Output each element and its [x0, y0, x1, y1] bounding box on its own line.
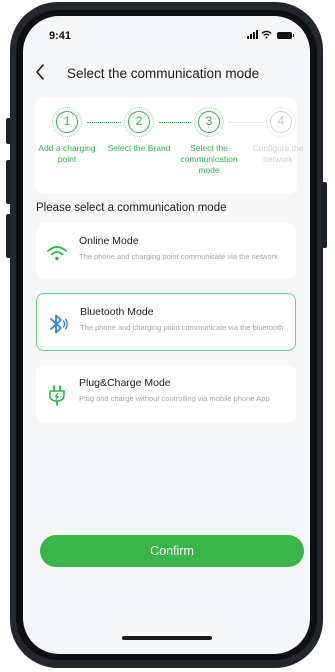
wifi-status-icon [261, 30, 272, 39]
signal-icon [247, 30, 258, 39]
power-button [322, 182, 327, 248]
battery-icon [277, 32, 294, 39]
option-title: Online Mode [79, 235, 139, 247]
step-2-label: Select the Brand [107, 143, 171, 153]
home-indicator[interactable] [122, 636, 212, 640]
step-1-label: Add a charging point [38, 143, 96, 164]
progress-stepper: 1 2 3 4 Add a charging point Select the … [35, 98, 304, 194]
chevron-left-icon [35, 64, 44, 80]
option-online-mode[interactable]: Online Mode The phone and charging point… [36, 223, 296, 279]
option-description: The phone and charging point communicate… [80, 323, 284, 332]
step-connector [159, 122, 191, 123]
volume-down-button [6, 214, 11, 258]
page-title: Select the communication mode [67, 66, 260, 81]
step-3-label: Select the communication mode [180, 143, 238, 175]
plug-icon [49, 385, 65, 406]
step-2-indicator: 2 [124, 107, 154, 137]
volume-up-button [6, 160, 11, 204]
option-title: Plug&Charge Mode [79, 377, 171, 389]
step-4-label: Configure the network [252, 143, 304, 164]
status-time: 9:41 [49, 30, 72, 42]
mute-switch [6, 118, 11, 144]
option-bluetooth-mode[interactable]: Bluetooth Mode The phone and charging po… [36, 293, 296, 351]
status-icons [247, 30, 294, 39]
option-plug-and-charge-mode[interactable]: Plug&Charge Mode Plug and charge without… [36, 365, 296, 423]
option-description: Plug and charge without controlling via … [79, 394, 270, 403]
back-button[interactable] [35, 64, 51, 84]
confirm-button[interactable]: Confirm [40, 535, 304, 567]
step-1-indicator: 1 [52, 107, 82, 137]
section-title: Please select a communication mode [36, 202, 227, 214]
option-description: The phone and charging point communicate… [79, 252, 278, 261]
app-screen: 9:41 Select the communication mode 1 2 3… [23, 16, 310, 654]
step-4-indicator: 4 [266, 107, 296, 137]
step-connector [87, 122, 121, 123]
wifi-icon [47, 246, 67, 261]
step-connector [229, 122, 263, 123]
bluetooth-icon [50, 314, 68, 334]
option-title: Bluetooth Mode [80, 306, 154, 318]
step-3-indicator: 3 [194, 107, 224, 137]
